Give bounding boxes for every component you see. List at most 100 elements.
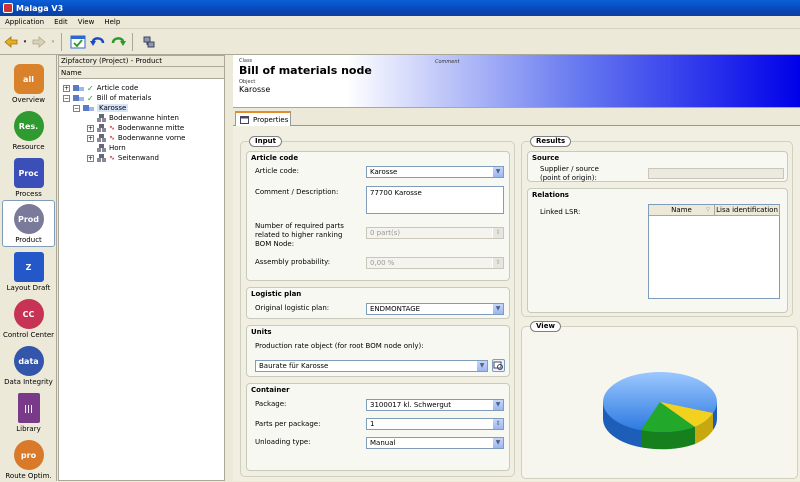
comment-description-label: Comment / Description: [255,188,339,196]
chevron-down-icon[interactable]: ▼ [492,400,503,410]
nav-process[interactable]: Proc Process [0,153,57,200]
toolbar-separator-2 [132,32,133,51]
unloading-type-select[interactable]: Manual ▼ [366,437,504,449]
tree-row[interactable]: + ✓ Article code [63,83,138,93]
warning-wave-icon: ∿ [109,154,115,162]
collapse-icon[interactable]: − [63,94,70,102]
collapse-icon[interactable]: − [73,104,80,112]
results-group: Results Source Supplier / source (point … [521,136,793,317]
panel-splitter[interactable] [225,55,233,481]
container-title: Container [251,386,290,394]
article-code-select[interactable]: Karosse ▼ [366,166,504,178]
chevron-down-icon[interactable]: ▼ [492,304,503,314]
menu-help[interactable]: Help [99,18,125,26]
nav-route-optim-label: Route Optim. [5,472,52,480]
tree-label: Bodenwanne hinten [109,114,179,122]
unloading-type-value: Manual [370,439,396,447]
nav-layout-draft[interactable]: Z Layout Draft [0,247,57,294]
tree-row-selected[interactable]: − Karosse [73,103,129,113]
unloading-type-label: Unloading type: [255,438,311,446]
tab-properties[interactable]: Properties [235,111,291,127]
supplier-source-label: Supplier / source (point of origin): [540,165,599,182]
logistic-plan-select[interactable]: ENDMONTAGE ▼ [366,303,504,315]
warning-wave-icon: ∿ [109,134,115,142]
expand-icon[interactable]: + [87,124,94,132]
expand-icon[interactable]: + [87,134,94,142]
container-section: Container Package: 3100017 kl. Schwergut… [246,383,510,471]
column-lisa-header[interactable]: Lisa identification [715,205,780,216]
nav-data-integrity[interactable]: data Data Integrity [0,341,57,388]
comment-description-field[interactable]: 77700 Karosse [366,186,504,214]
package-label: Package: [255,400,287,408]
menu-bar: Application Edit View Help [0,16,800,29]
edit-production-rate-button[interactable] [492,359,505,372]
control-center-icon: CC [13,299,44,329]
dropdown-arrow-icon[interactable]: ▾ [22,33,28,51]
expand-icon[interactable]: + [63,84,70,92]
chevron-down-icon[interactable]: ▼ [492,167,503,177]
tree-panel-header: Zipfactory (Project) - Product [59,56,224,67]
redo-icon[interactable] [109,33,127,51]
nav-product[interactable]: Prod Product [2,200,55,247]
nav-route-optim[interactable]: pro Route Optim. [0,435,57,482]
tree-label: Seitenwand [117,154,159,162]
assembly-probability-stepper: 0,00 % ⇕ [366,257,504,269]
parts-per-package-stepper[interactable]: 1 ⇕ [366,418,504,430]
article-code-title: Article code [251,154,299,162]
node-icon [97,154,106,162]
tree-column-header[interactable]: Name [59,67,224,79]
logistic-plan-title: Logistic plan [251,290,302,298]
spin-icon[interactable]: ⇕ [492,419,503,429]
nav-overview[interactable]: all Overview [0,59,57,106]
article-code-section: Article code Article code: Karosse ▼ Com… [246,151,510,281]
layout-draft-icon: Z [13,252,44,282]
nav-resource-label: Resource [12,143,45,151]
node-header: Class Bill of materials node Comment Obj… [233,55,800,108]
check-window-icon[interactable] [69,33,87,51]
nav-overview-label: Overview [12,96,45,104]
node-title: Bill of materials node [239,64,372,77]
toolbar: ▾ ▾ [0,29,800,55]
nav-control-center[interactable]: CC Control Center [0,294,57,341]
menu-application[interactable]: Application [0,18,49,26]
assembly-probability-value: 0,00 % [370,259,395,267]
nav-control-center-label: Control Center [2,331,55,339]
chevron-down-icon[interactable]: ▼ [476,361,487,371]
menu-edit[interactable]: Edit [49,18,73,26]
tree-row[interactable]: Bodenwanne hinten [97,113,179,123]
network-icon[interactable] [140,33,158,51]
package-select[interactable]: 3100017 kl. Schwergut ▼ [366,399,504,411]
supplier-source-field [648,168,784,179]
parts-per-package-label: Parts per package: [255,420,321,428]
node-icon [97,144,106,152]
sort-icon: ▽ [706,207,710,213]
nav-resource[interactable]: Res. Resource [0,106,57,153]
parts-per-package-value: 1 [370,420,375,428]
check-icon: ✓ [87,93,94,103]
tree-row[interactable]: + ∿ Bodenwanne vorne [87,133,186,143]
nav-library-label: Library [16,425,41,433]
nav-data-integrity-label: Data Integrity [4,378,53,386]
column-name-header[interactable]: Name ▽ [649,205,715,216]
tree-row[interactable]: + ∿ Seitenwand [87,153,159,163]
back-arrow-icon[interactable] [2,33,20,51]
tree-row[interactable]: − ✓ Bill of materials [63,93,151,103]
edit-object-icon [493,361,503,370]
properties-content: Input Article code Article code: Karosse… [233,126,800,481]
expand-icon[interactable]: + [87,154,94,162]
nav-library[interactable]: ||| Library [0,388,57,435]
logistic-plan-value: ENDMONTAGE [370,305,421,313]
tree-row[interactable]: + ∿ Bodenwanne mitte [87,123,184,133]
node-icon [97,124,106,132]
menu-view[interactable]: View [73,18,100,26]
production-rate-select[interactable]: Baurate für Karosse ▼ [255,360,488,372]
tree-label: Bodenwanne vorne [117,134,186,142]
linked-lsr-grid[interactable]: Name ▽ Lisa identification [648,204,780,299]
properties-icon [240,116,249,124]
input-group-title: Input [249,136,282,147]
undo-icon[interactable] [89,33,107,51]
tree-row[interactable]: Horn [97,143,126,153]
route-optim-icon: pro [13,440,44,470]
production-rate-value: Baurate für Karosse [259,362,329,370]
chevron-down-icon[interactable]: ▼ [492,438,503,448]
